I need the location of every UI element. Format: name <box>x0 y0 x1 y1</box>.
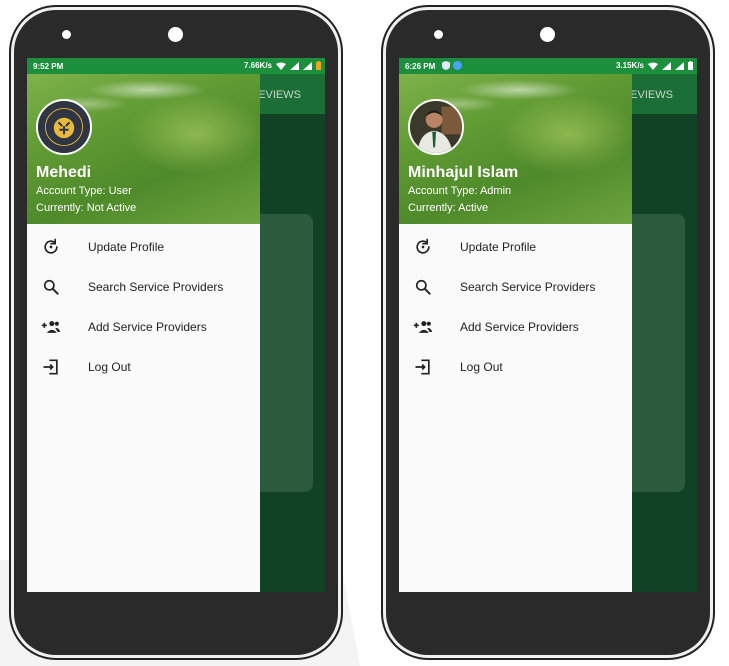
profile-photo-icon <box>410 101 462 153</box>
wifi-icon <box>276 62 286 70</box>
account-status: Currently: Active <box>408 202 489 214</box>
search-icon <box>413 277 433 297</box>
avatar[interactable] <box>36 99 92 155</box>
status-bar: 9:52 PM 7.66K/s <box>27 58 325 74</box>
signal-icon <box>303 61 312 70</box>
group-add-icon <box>413 317 433 337</box>
signal-icon <box>290 61 299 70</box>
account-type: Account Type: User <box>36 185 132 197</box>
refresh-icon <box>41 237 61 257</box>
drawer-menu: Update Profile Search Service Providers … <box>399 227 632 387</box>
menu-item-search-providers[interactable]: Search Service Providers <box>27 267 260 307</box>
menu-label: Add Service Providers <box>460 320 579 334</box>
account-type: Account Type: Admin <box>408 185 512 197</box>
menu-label: Log Out <box>460 360 503 374</box>
navigation-drawer: Minhajul Islam Account Type: Admin Curre… <box>399 74 632 592</box>
avatar[interactable] <box>408 99 464 155</box>
menu-item-update-profile[interactable]: Update Profile <box>27 227 260 267</box>
menu-label: Search Service Providers <box>88 280 224 294</box>
navigation-drawer: Mehedi Account Type: User Currently: Not… <box>27 74 260 592</box>
account-status: Currently: Not Active <box>36 202 137 214</box>
drawer-header: Mehedi Account Type: User Currently: Not… <box>27 74 260 224</box>
menu-item-search-providers[interactable]: Search Service Providers <box>399 267 632 307</box>
phone-left: 9:52 PM 7.66K/s EVIEWS Mehedi Account Ty… <box>14 10 338 655</box>
network-speed: 3.15K/s <box>615 61 644 70</box>
menu-label: Update Profile <box>460 240 537 254</box>
status-right: 3.15K/s <box>616 61 693 70</box>
tab-reviews[interactable]: EVIEWS <box>630 89 673 101</box>
menu-item-log-out[interactable]: Log Out <box>27 347 260 387</box>
drawer-header: Minhajul Islam Account Type: Admin Curre… <box>399 74 632 224</box>
menu-label: Log Out <box>88 360 131 374</box>
menu-label: Search Service Providers <box>460 280 596 294</box>
refresh-icon <box>413 237 433 257</box>
phone-right: 6:26 PM 3.15K/s EVIEWS Minhajul Islam Ac… <box>386 10 710 655</box>
battery-icon <box>688 61 693 70</box>
menu-item-add-providers[interactable]: Add Service Providers <box>399 307 632 347</box>
search-icon <box>41 277 61 297</box>
notification-icons <box>442 61 462 70</box>
tab-reviews[interactable]: EVIEWS <box>258 89 301 101</box>
status-bar: 6:26 PM 3.15K/s <box>399 58 697 74</box>
battery-icon <box>316 61 321 70</box>
front-camera <box>540 27 555 42</box>
menu-item-update-profile[interactable]: Update Profile <box>399 227 632 267</box>
wifi-icon <box>648 62 658 70</box>
group-add-icon <box>41 317 61 337</box>
signal-icon <box>662 61 671 70</box>
network-speed: 7.66K/s <box>243 61 272 70</box>
logo-icon <box>38 101 90 153</box>
shield-icon <box>442 61 450 70</box>
menu-label: Update Profile <box>88 240 165 254</box>
app-notification-icon <box>453 61 462 70</box>
user-name: Mehedi <box>36 164 92 181</box>
logout-icon <box>413 357 433 377</box>
screen: 6:26 PM 3.15K/s EVIEWS Minhajul Islam Ac… <box>399 58 697 592</box>
status-right: 7.66K/s <box>244 61 321 70</box>
sensor <box>62 30 71 39</box>
screen: 9:52 PM 7.66K/s EVIEWS Mehedi Account Ty… <box>27 58 325 592</box>
status-time: 6:26 PM <box>405 62 436 71</box>
logout-icon <box>41 357 61 377</box>
front-camera <box>168 27 183 42</box>
menu-item-log-out[interactable]: Log Out <box>399 347 632 387</box>
menu-item-add-providers[interactable]: Add Service Providers <box>27 307 260 347</box>
user-name: Minhajul Islam <box>408 164 519 181</box>
sensor <box>434 30 443 39</box>
drawer-menu: Update Profile Search Service Providers … <box>27 227 260 387</box>
signal-icon <box>675 61 684 70</box>
status-time: 9:52 PM <box>33 62 64 71</box>
menu-label: Add Service Providers <box>88 320 207 334</box>
